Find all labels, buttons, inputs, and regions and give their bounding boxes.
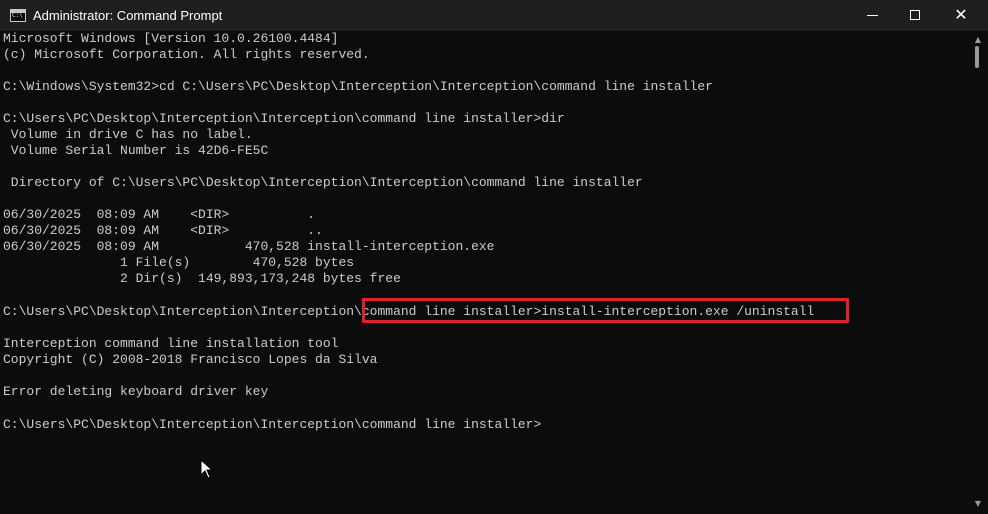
maximize-icon [910,10,920,20]
command-prompt-window: C:\ Administrator: Command Prompt ✕ Micr… [0,0,988,514]
console-line: Error deleting keyboard driver key [3,384,269,399]
console-line: Volume Serial Number is 42D6-FE5C [3,143,269,158]
console-line: 06/30/2025 08:09 AM 470,528 install-inte… [3,239,495,254]
minimize-icon [867,15,878,16]
console-output[interactable]: Microsoft Windows [Version 10.0.26100.44… [0,31,968,514]
scroll-down-icon[interactable]: ▼ [973,500,983,508]
console-line: C:\Users\PC\Desktop\Interception\Interce… [3,417,542,432]
mouse-pointer-icon [200,459,214,479]
minimize-button[interactable] [850,0,896,31]
maximize-button[interactable] [893,0,939,31]
console-line: 06/30/2025 08:09 AM <DIR> . [3,207,316,222]
console-line: Volume in drive C has no label. [3,127,253,142]
console-line: 1 File(s) 470,528 bytes [3,255,355,270]
console-line: Directory of C:\Users\PC\Desktop\Interce… [3,175,643,190]
window-title: Administrator: Command Prompt [33,8,223,23]
title-bar[interactable]: C:\ Administrator: Command Prompt ✕ [0,0,988,31]
vertical-scrollbar[interactable]: ▲ ▼ [968,31,988,514]
console-line: 2 Dir(s) 149,893,173,248 bytes free [3,271,401,286]
highlight-box [362,298,849,323]
console-line: 06/30/2025 08:09 AM <DIR> .. [3,223,323,238]
close-button[interactable]: ✕ [938,0,984,31]
console-line: Microsoft Windows [Version 10.0.26100.44… [3,31,339,46]
close-icon: ✕ [954,5,968,24]
command-prompt-icon[interactable]: C:\ [10,9,26,22]
console-line: (c) Microsoft Corporation. All rights re… [3,47,370,62]
console-line: C:\Windows\System32>cd C:\Users\PC\Deskt… [3,79,713,94]
console-line: Interception command line installation t… [3,336,339,351]
scroll-up-icon[interactable]: ▲ [973,36,983,44]
app-icon-label: C:\ [12,12,23,19]
console-line: C:\Users\PC\Desktop\Interception\Interce… [3,111,565,126]
console-line: Copyright (C) 2008-2018 Francisco Lopes … [3,352,378,367]
scroll-thumb[interactable] [975,46,979,68]
